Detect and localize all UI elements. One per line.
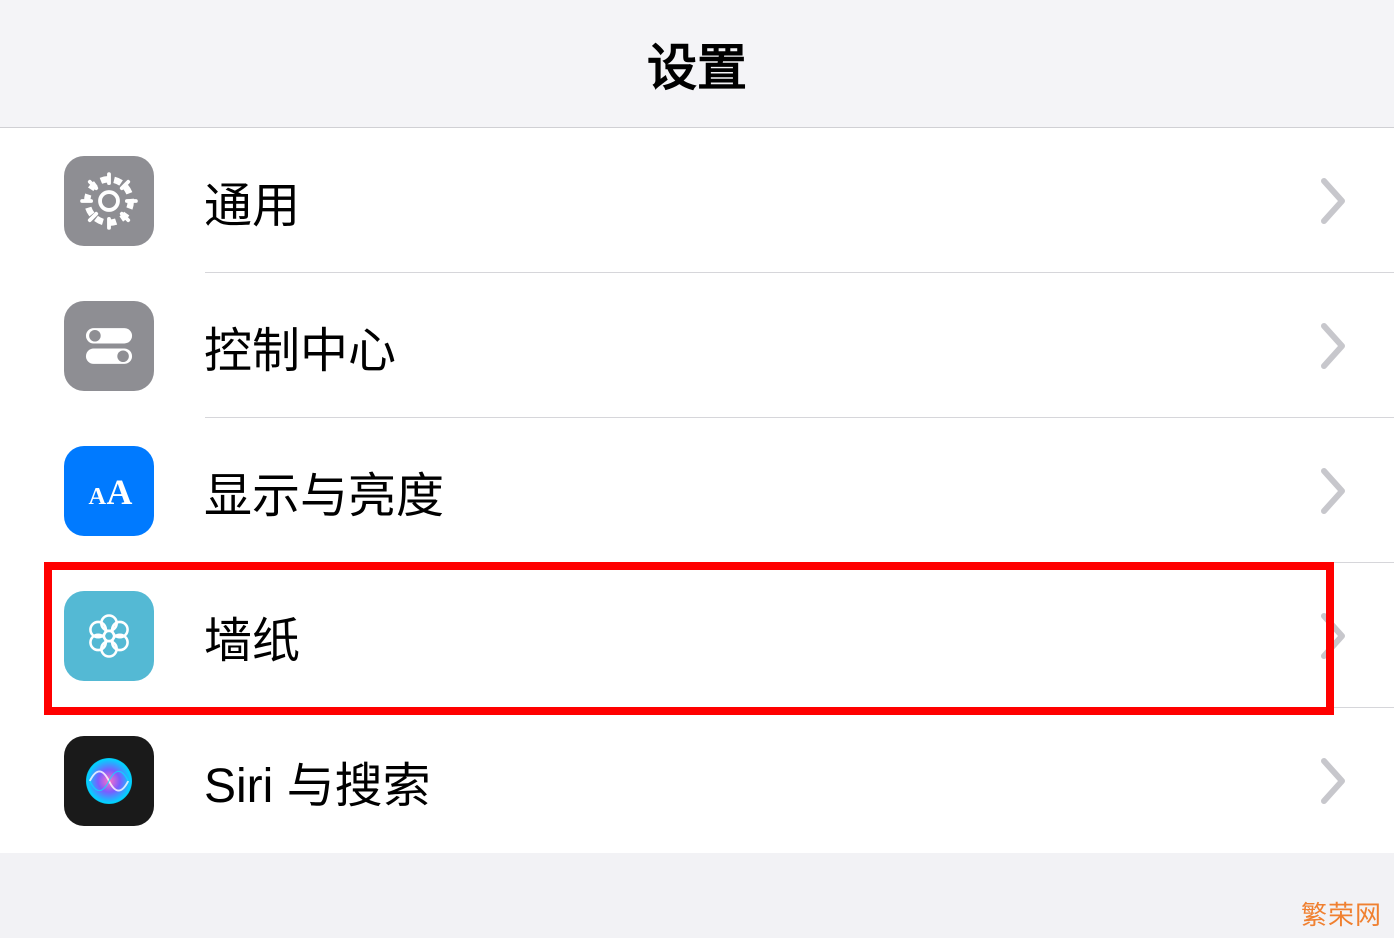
- row-wallpaper[interactable]: 墙纸: [0, 563, 1394, 708]
- chevron-right-icon: [1320, 322, 1350, 370]
- flower-icon: [64, 591, 154, 681]
- watermark: 繁荣网: [1301, 895, 1382, 932]
- toggles-icon: [64, 301, 154, 391]
- text-size-icon: A A: [64, 446, 154, 536]
- svg-text:A: A: [106, 471, 132, 511]
- row-label: 控制中心: [204, 311, 1320, 381]
- row-label: 通用: [204, 166, 1320, 236]
- svg-text:A: A: [89, 482, 107, 509]
- chevron-right-icon: [1320, 177, 1350, 225]
- row-label: 显示与亮度: [204, 456, 1320, 526]
- row-control-center[interactable]: 控制中心: [0, 273, 1394, 418]
- row-general[interactable]: 通用: [0, 128, 1394, 273]
- siri-icon: [64, 736, 154, 826]
- settings-list: 通用 控制中心 A A 显示与亮度: [0, 128, 1394, 853]
- chevron-right-icon: [1320, 467, 1350, 515]
- row-siri-search[interactable]: Siri 与搜索: [0, 708, 1394, 853]
- row-label: 墙纸: [204, 601, 1320, 671]
- header: 设置: [0, 0, 1394, 128]
- row-display-brightness[interactable]: A A 显示与亮度: [0, 418, 1394, 563]
- gear-icon: [64, 156, 154, 246]
- chevron-right-icon: [1320, 612, 1350, 660]
- chevron-right-icon: [1320, 757, 1350, 805]
- page-title: 设置: [647, 28, 747, 100]
- row-label: Siri 与搜索: [204, 746, 1320, 816]
